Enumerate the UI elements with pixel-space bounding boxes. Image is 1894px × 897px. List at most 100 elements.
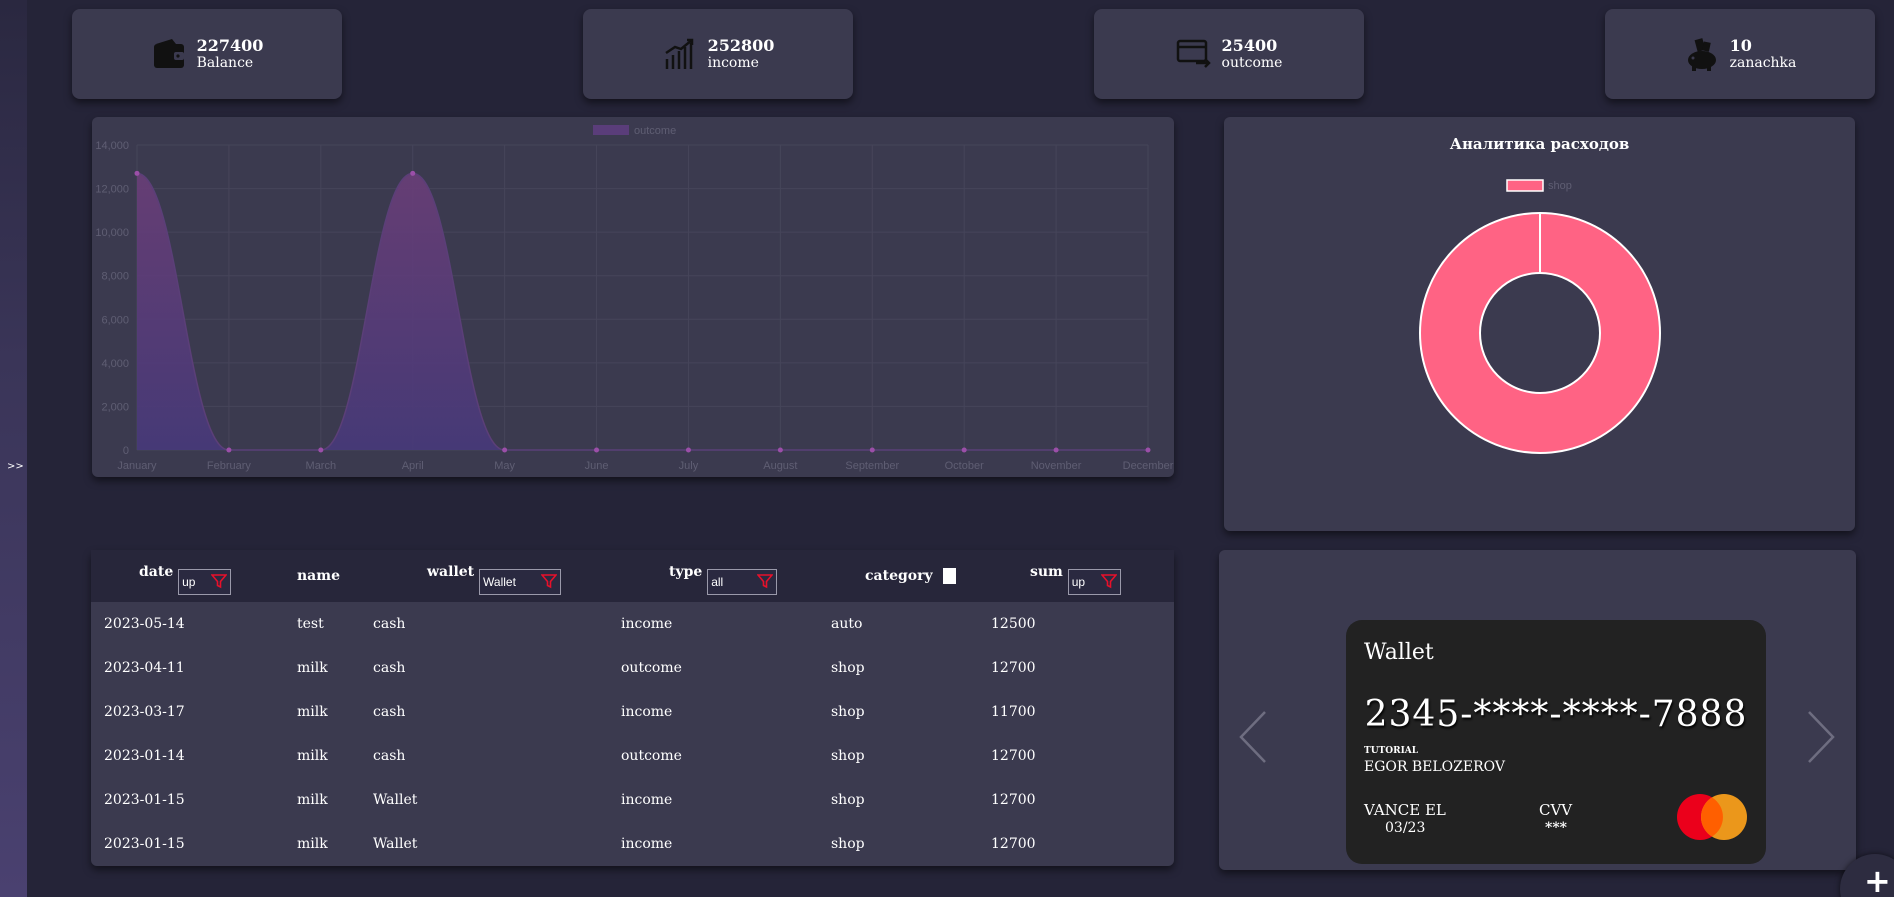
cell-wallet: cash <box>373 748 406 764</box>
date-sort-filter[interactable]: up <box>178 569 232 595</box>
x-tick-label: January <box>117 460 157 472</box>
filter-icon <box>210 573 228 592</box>
table-body: 2023-05-14 test cash income auto 12500 2023-04… <box>91 602 1174 866</box>
cell-sum: 12700 <box>991 748 1036 764</box>
cell-date: 2023-03-17 <box>104 704 185 720</box>
mastercard-logo-icon <box>1677 794 1747 840</box>
zanachka-value: 10 <box>1729 35 1752 55</box>
x-tick-label: October <box>945 460 984 472</box>
cell-name: milk <box>297 792 328 808</box>
cell-date: 2023-01-15 <box>104 836 185 852</box>
category-checkbox[interactable] <box>943 568 957 584</box>
cell-date: 2023-04-11 <box>104 660 185 676</box>
cell-wallet: cash <box>373 660 406 676</box>
cell-type: income <box>621 792 673 808</box>
piggy-bank-icon <box>1684 36 1720 72</box>
cell-sum: 12500 <box>991 616 1036 632</box>
table-row[interactable]: 2023-03-17 milk cash income shop 11700 <box>91 690 1174 734</box>
date-sort-value: up <box>182 575 196 589</box>
filter-icon <box>540 573 558 592</box>
y-tick-label: 6,000 <box>101 314 129 326</box>
data-point[interactable] <box>961 447 967 453</box>
wallet-filter[interactable]: Wallet <box>479 569 562 595</box>
previous-card-arrow[interactable] <box>1238 710 1268 768</box>
cell-sum: 12700 <box>991 792 1036 808</box>
cell-category: shop <box>831 748 865 764</box>
cell-name: milk <box>297 748 328 764</box>
filter-icon <box>756 573 774 592</box>
data-point[interactable] <box>1145 447 1151 453</box>
data-point[interactable] <box>410 170 416 176</box>
data-point[interactable] <box>869 447 875 453</box>
plus-icon: + <box>1864 862 1891 897</box>
data-point[interactable] <box>134 170 140 176</box>
cell-wallet: Wallet <box>373 792 418 808</box>
cell-sum: 12700 <box>991 836 1036 852</box>
cell-name: test <box>297 616 324 632</box>
x-tick-label: April <box>402 460 424 472</box>
cell-wallet: Wallet <box>373 836 418 852</box>
legend-swatch <box>593 125 629 135</box>
card-cvv: *** <box>1545 820 1567 836</box>
x-tick-label: March <box>306 460 337 472</box>
sum-sort-filter[interactable]: up <box>1067 569 1121 595</box>
table-row[interactable]: 2023-01-14 milk cash outcome shop 12700 <box>91 734 1174 778</box>
next-card-arrow[interactable] <box>1806 710 1836 768</box>
donut-slice-shop[interactable] <box>1419 212 1661 454</box>
sidebar-toggle[interactable]: >> <box>7 461 24 472</box>
income-card: 252800 income <box>583 9 853 99</box>
table-row[interactable]: 2023-01-15 milk Wallet income shop 12700 <box>91 778 1174 822</box>
header-wallet: wallet <box>427 564 475 580</box>
cell-category: shop <box>831 836 865 852</box>
donut-legend-swatch <box>1506 179 1544 192</box>
card-number: 2345-****-****-7888 <box>1364 694 1748 735</box>
transactions-table: date up name wallet Wallet type all cate… <box>91 550 1174 866</box>
x-tick-label: September <box>845 460 899 472</box>
y-tick-label: 0 <box>123 445 129 457</box>
sidebar: >> <box>0 0 27 897</box>
header-date: date <box>139 564 174 580</box>
data-point[interactable] <box>594 447 600 453</box>
wallet-filter-value: Wallet <box>483 575 516 589</box>
x-tick-label: June <box>585 460 609 472</box>
wallet-card[interactable]: Wallet 2345-****-****-7888 TUTORIAL EGOR… <box>1346 620 1766 864</box>
data-point[interactable] <box>318 447 324 453</box>
table-row[interactable]: 2023-01-15 milk Wallet income shop 12700 <box>91 822 1174 866</box>
outcome-line-series <box>136 172 1148 451</box>
y-tick-label: 8,000 <box>101 271 129 283</box>
card-transfer-icon <box>1176 36 1212 72</box>
cell-name: milk <box>297 836 328 852</box>
cell-wallet: cash <box>373 616 406 632</box>
data-point[interactable] <box>502 447 508 453</box>
growth-chart-icon <box>662 36 698 72</box>
balance-value: 227400 <box>196 35 264 55</box>
card-owner: VANCE EL <box>1364 801 1446 819</box>
table-row[interactable]: 2023-05-14 test cash income auto 12500 <box>91 602 1174 646</box>
cell-type: outcome <box>621 660 682 676</box>
expense-donut-chart: shop <box>1419 179 1661 454</box>
outcome-chart-panel: 0 2,000 4,000 6,000 8,000 10,000 12,000 14,000 J… <box>92 117 1174 477</box>
wallet-icon <box>151 36 187 72</box>
y-tick-label: 4,000 <box>101 358 129 370</box>
data-point[interactable] <box>1053 447 1059 453</box>
type-filter-value: all <box>711 575 724 589</box>
sum-sort-value: up <box>1071 575 1086 589</box>
donut-legend-label: shop <box>1548 180 1572 192</box>
data-point[interactable] <box>226 447 232 453</box>
y-tick-label: 2,000 <box>101 401 129 413</box>
type-filter[interactable]: all <box>707 569 778 595</box>
cell-sum: 11700 <box>991 704 1036 720</box>
cell-category: shop <box>831 792 865 808</box>
table-row[interactable]: 2023-04-11 milk cash outcome shop 12700 <box>91 646 1174 690</box>
x-tick-label: May <box>494 460 515 472</box>
outcome-area-series <box>137 173 1148 451</box>
header-name: name <box>297 568 340 584</box>
outcome-label: outcome <box>1221 54 1283 71</box>
income-value: 252800 <box>707 35 775 55</box>
cell-name: milk <box>297 704 328 720</box>
data-point[interactable] <box>685 447 691 453</box>
cell-wallet: cash <box>373 704 406 720</box>
zanachka-label: zanachka <box>1729 54 1797 71</box>
header-type: type <box>669 564 703 580</box>
data-point[interactable] <box>777 447 783 453</box>
